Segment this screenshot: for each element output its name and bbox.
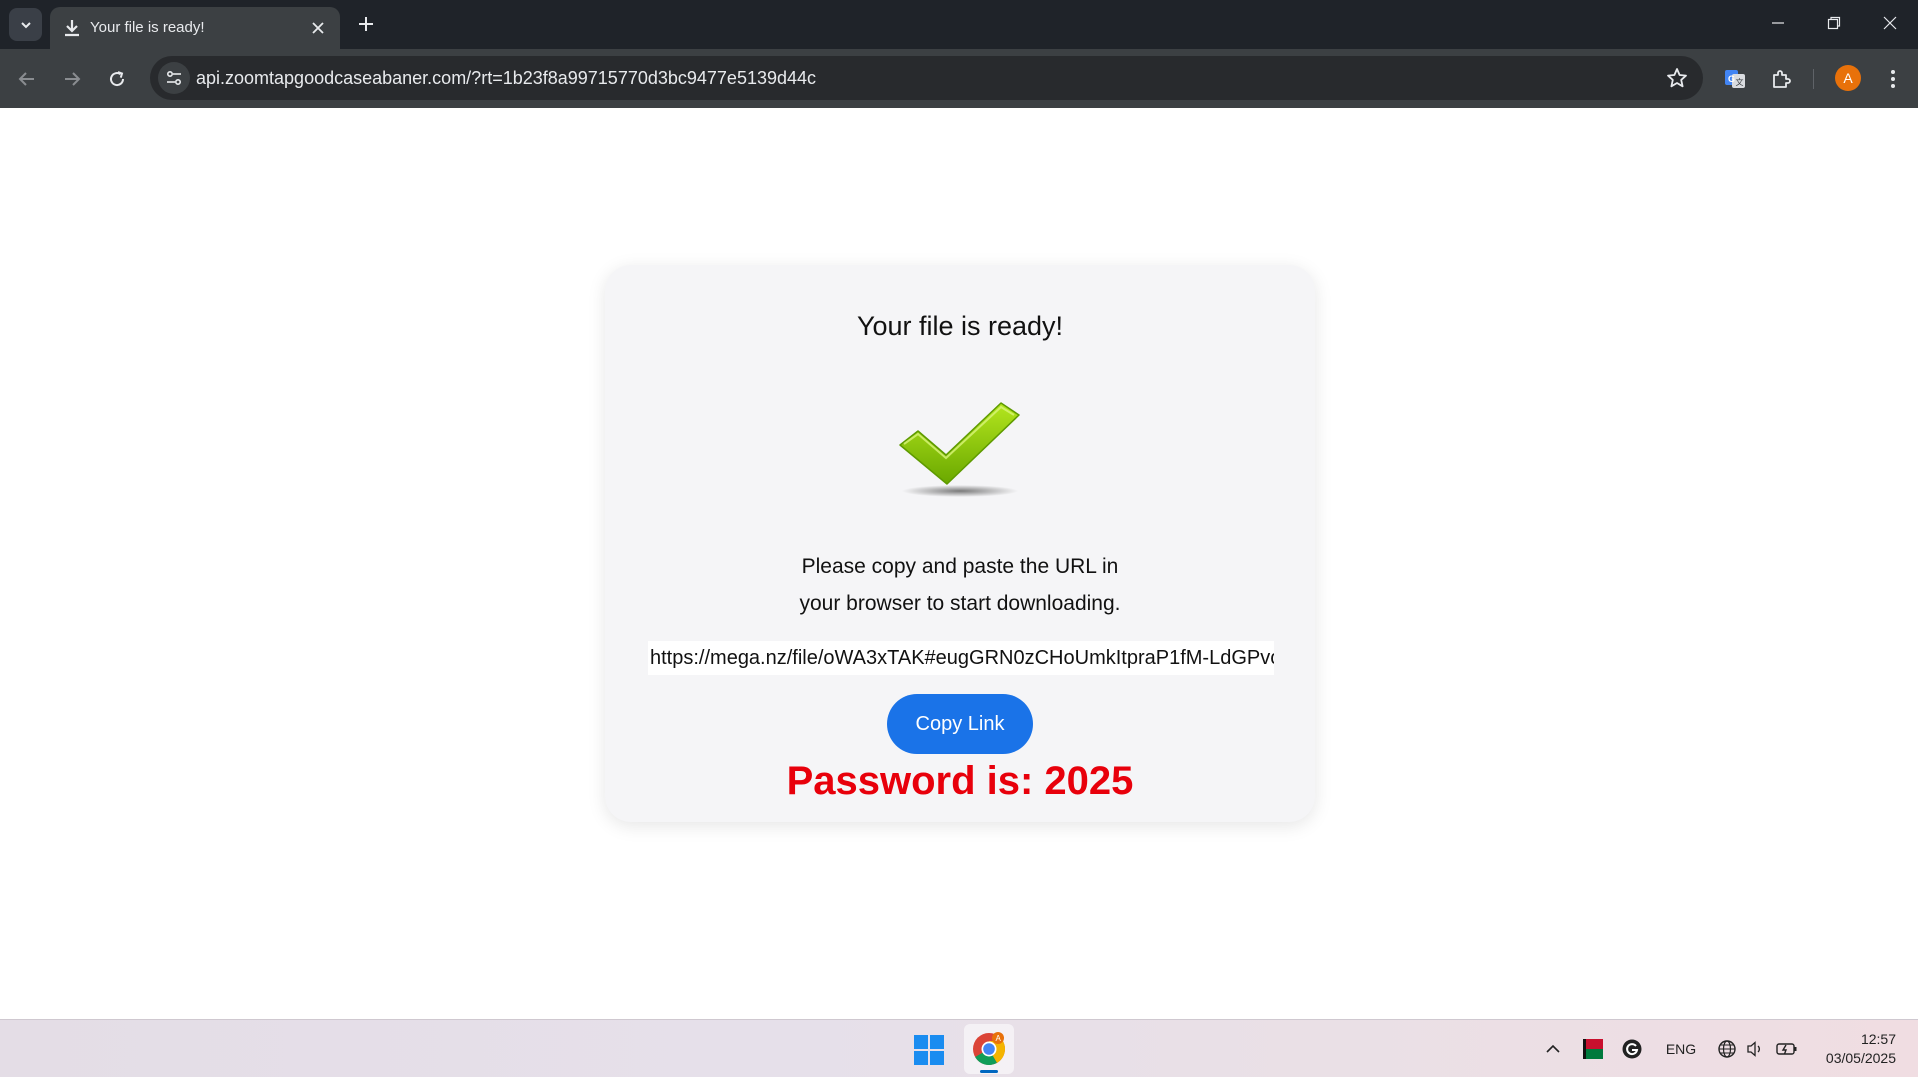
- reload-icon: [110, 71, 125, 87]
- active-tab[interactable]: Your file is ready!: [50, 7, 340, 49]
- checkmark-icon: [899, 402, 1020, 497]
- download-link-field[interactable]: https://mega.nz/file/oWA3xTAK#eugGRN0zCH…: [648, 641, 1274, 675]
- chevron-up-icon: [1546, 1044, 1560, 1053]
- clock-time: 12:57: [1860, 1031, 1896, 1047]
- more-vert-icon: [1891, 70, 1895, 88]
- minimize-button[interactable]: [1750, 0, 1806, 46]
- instruction-line-1: Please copy and paste the URL in: [801, 555, 1119, 578]
- volume-tray-icon[interactable]: [1744, 1038, 1766, 1060]
- battery-tray-icon[interactable]: [1775, 1038, 1799, 1060]
- translate-icon: G文: [1725, 70, 1745, 88]
- flag-icon: [1583, 1039, 1603, 1059]
- google-translate-button[interactable]: G文: [1718, 62, 1752, 96]
- browser-toolbar: api.zoomtapgoodcaseabaner.com/?rt=1b23f8…: [0, 49, 1918, 108]
- grammarly-icon: [1622, 1039, 1642, 1059]
- svg-text:A: A: [996, 1034, 1002, 1043]
- taskbar: A ENG 12:57 03/05/2025: [0, 1019, 1918, 1077]
- arrow-left-icon: [18, 72, 34, 86]
- password-notice: Password is: 2025: [786, 759, 1134, 803]
- speaker-icon: [1747, 1041, 1760, 1057]
- download-icon: [65, 20, 79, 37]
- windows-start-icon[interactable]: [914, 1035, 944, 1065]
- restore-button[interactable]: [1806, 0, 1862, 46]
- tab-close-button[interactable]: [306, 16, 330, 40]
- address-bar[interactable]: api.zoomtapgoodcaseabaner.com/?rt=1b23f8…: [150, 56, 1703, 100]
- copy-link-button[interactable]: Copy Link: [887, 694, 1033, 754]
- instruction-line-2: your browser to start downloading.: [799, 592, 1121, 615]
- chrome-taskbar-button[interactable]: A: [964, 1024, 1014, 1074]
- close-icon: [1883, 16, 1897, 30]
- download-card: Your file is ready! Please copy and past…: [605, 265, 1315, 822]
- tune-icon: [166, 70, 182, 86]
- restore-icon: [1827, 16, 1841, 30]
- system-clock[interactable]: 12:57 03/05/2025: [1826, 1030, 1896, 1068]
- svg-text:G: G: [1728, 74, 1735, 84]
- reload-button[interactable]: [100, 62, 134, 96]
- toolbar-separator: [1813, 69, 1814, 89]
- new-tab-button[interactable]: [352, 10, 380, 38]
- close-icon: [312, 22, 324, 34]
- site-info-button[interactable]: [158, 62, 190, 94]
- tab-title: Your file is ready!: [90, 19, 205, 36]
- clock-date: 03/05/2025: [1825, 1050, 1896, 1066]
- page-title: Your file is ready!: [856, 311, 1064, 341]
- show-hidden-icons-button[interactable]: [1543, 1038, 1563, 1060]
- bookmark-star-icon[interactable]: [1665, 66, 1689, 90]
- language-indicator[interactable]: ENG: [1664, 1038, 1698, 1060]
- active-app-indicator: [980, 1070, 998, 1073]
- instructions: Please copy and paste the URL in your br…: [605, 548, 1315, 622]
- url-text: api.zoomtapgoodcaseabaner.com/?rt=1b23f8…: [196, 68, 817, 88]
- browser-menu-button[interactable]: [1876, 62, 1910, 96]
- forward-button[interactable]: [55, 62, 89, 96]
- network-tray-icon[interactable]: [1716, 1038, 1738, 1060]
- battery-charging-icon: [1776, 1043, 1797, 1055]
- grammarly-tray-icon[interactable]: [1621, 1038, 1643, 1060]
- tab-search-button[interactable]: [9, 8, 42, 41]
- back-button[interactable]: [10, 62, 44, 96]
- chevron-down-icon: [20, 21, 31, 28]
- puzzle-icon: [1773, 70, 1791, 88]
- minimize-icon: [1772, 22, 1784, 24]
- globe-icon: [1718, 1040, 1736, 1058]
- flag-tray-icon[interactable]: [1583, 1038, 1603, 1060]
- close-window-button[interactable]: [1862, 0, 1918, 46]
- chrome-icon: A: [973, 1032, 1006, 1066]
- profile-avatar[interactable]: A: [1835, 65, 1861, 91]
- plus-icon: [359, 17, 373, 31]
- arrow-right-icon: [65, 72, 81, 86]
- tab-strip: Your file is ready!: [0, 0, 1918, 49]
- extensions-button[interactable]: [1764, 62, 1798, 96]
- svg-text:文: 文: [1736, 77, 1744, 87]
